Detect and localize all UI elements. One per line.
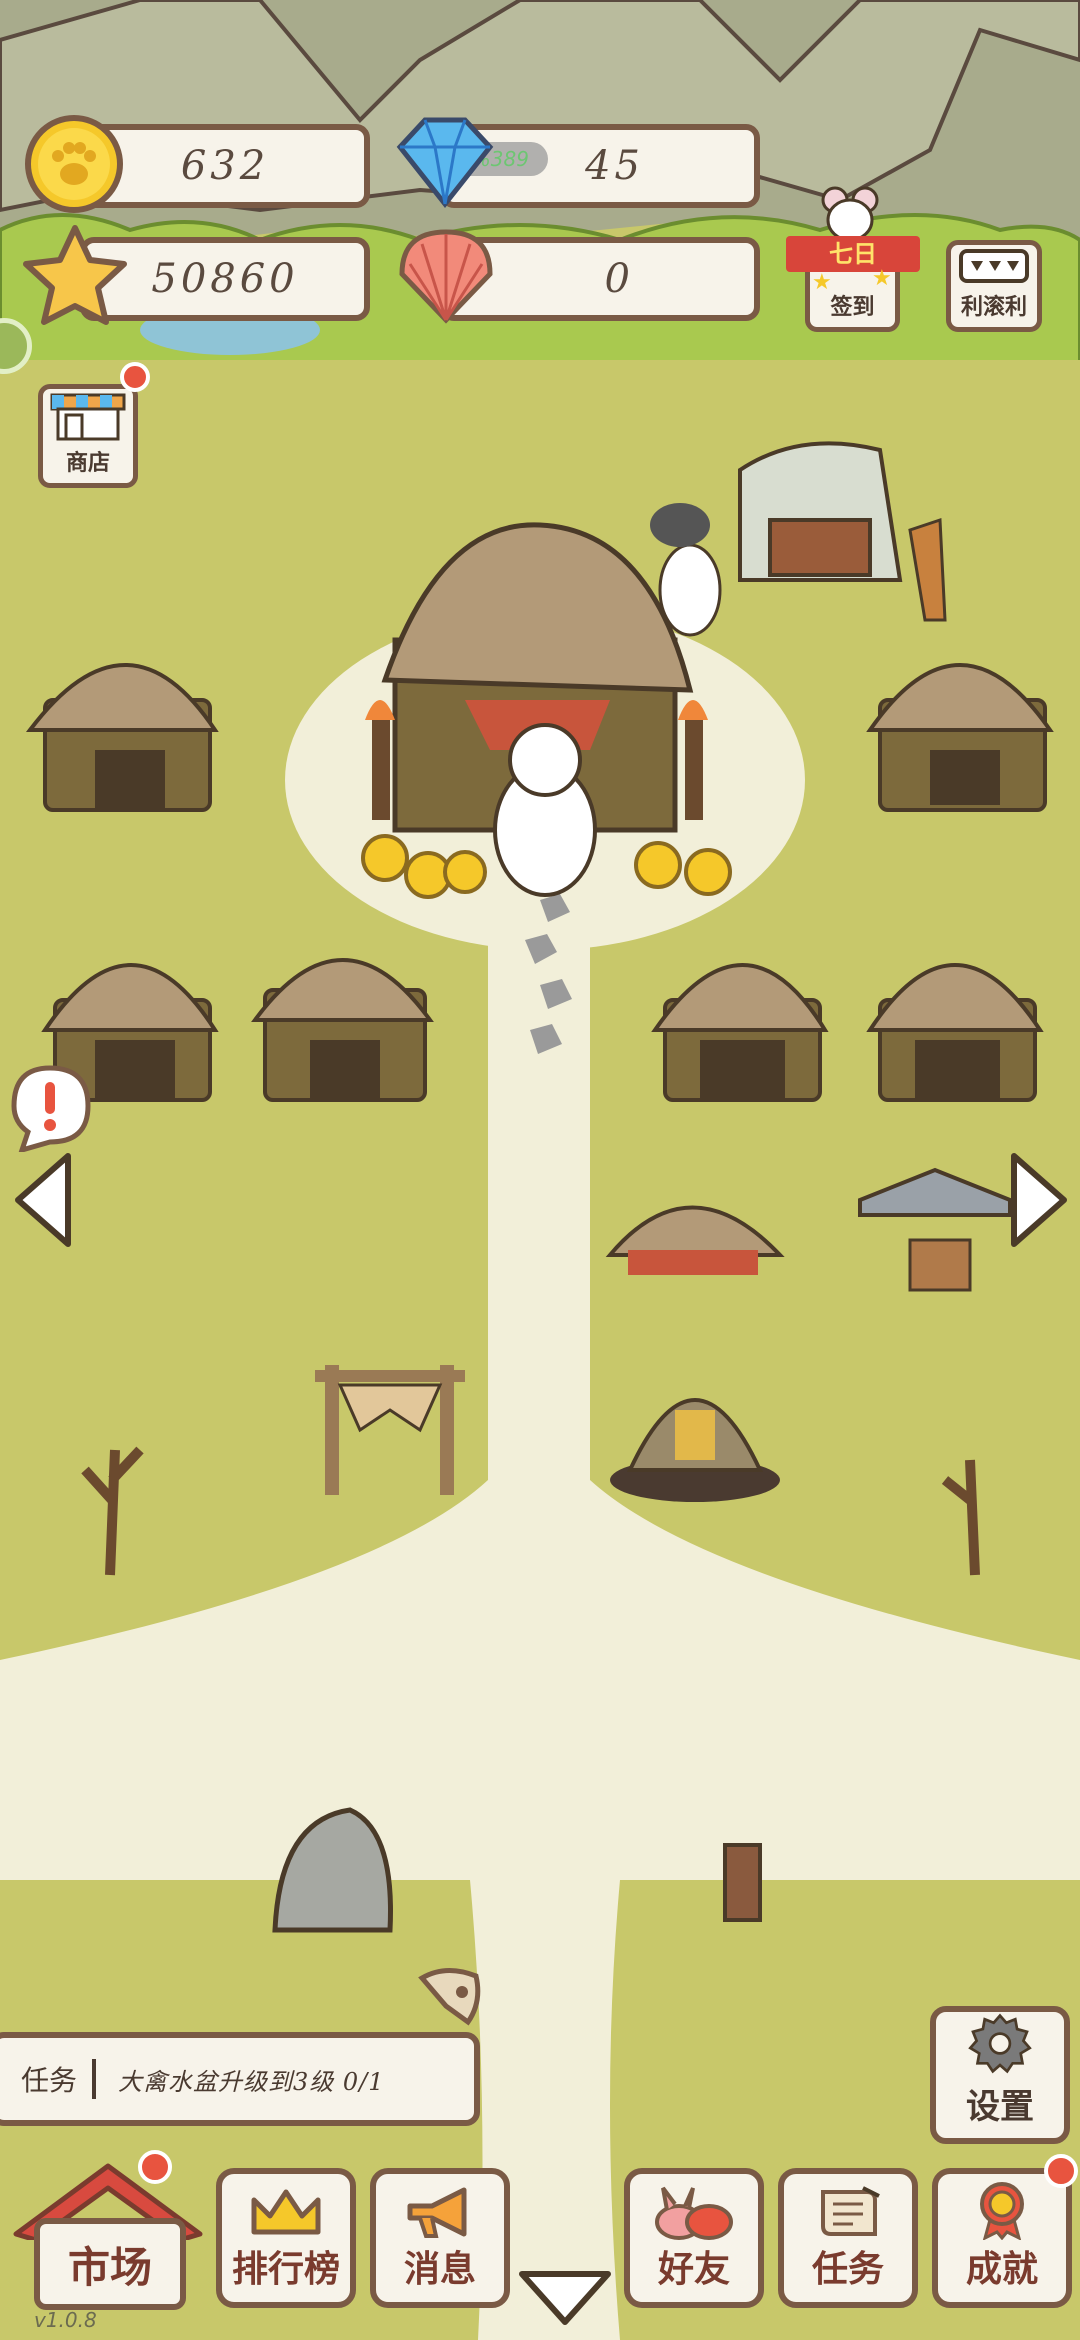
diamond-value: 45 — [585, 143, 644, 189]
shop-stall-icon — [50, 393, 126, 441]
ranking-button[interactable]: 排行榜 — [216, 2168, 356, 2308]
shop-label: 商店 — [65, 451, 110, 476]
crown-icon — [251, 2189, 321, 2235]
paw-coin-icon — [25, 115, 123, 213]
gear-icon — [968, 2013, 1032, 2074]
medal-icon — [980, 2182, 1024, 2240]
village-scene — [0, 0, 1080, 2340]
compound-interest-button[interactable]: 利滚利 — [946, 240, 1042, 332]
alert-bubble-icon[interactable] — [8, 1062, 92, 1152]
friends-label: 好友 — [657, 2249, 730, 2290]
diamond-icon — [396, 117, 494, 209]
shell-value: 0 — [604, 256, 634, 302]
scroll-left-arrow-icon[interactable] — [10, 1150, 76, 1250]
megaphone-icon — [407, 2187, 467, 2238]
task-text: 大禽水盆升级到3级 0/1 — [118, 2067, 385, 2096]
friends-button[interactable]: 好友 — [624, 2168, 764, 2308]
ranking-label: 排行榜 — [231, 2249, 340, 2290]
slot-machine-icon — [959, 249, 1029, 283]
market-notification-badge — [138, 2150, 172, 2184]
lottery-label: 利滚利 — [960, 295, 1027, 320]
scroll-right-arrow-icon[interactable] — [1006, 1150, 1072, 1250]
signin-star-icon: ★ — [872, 266, 892, 291]
messages-button[interactable]: 消息 — [370, 2168, 510, 2308]
bunny-friends-icon — [655, 2186, 733, 2240]
signin-label: 签到 — [830, 295, 875, 320]
task-scroll-corner-icon — [418, 1968, 481, 2026]
seashell-icon — [399, 229, 493, 324]
achievements-notification-badge — [1044, 2154, 1078, 2188]
version-text: v1.0.8 — [34, 2308, 97, 2332]
achievements-button[interactable]: 成就 — [932, 2168, 1072, 2308]
mouse-mascot-icon — [821, 186, 879, 242]
star-value: 50860 — [151, 256, 299, 302]
current-task-bar[interactable]: 任务 大禽水盆升级到3级 0/1 — [0, 2032, 480, 2126]
task-title: 任务 — [6, 2059, 96, 2099]
market-label: 市场 — [67, 2242, 152, 2292]
tasks-button[interactable]: 任务 — [778, 2168, 918, 2308]
tasks-label: 任务 — [811, 2249, 884, 2290]
collapse-menu-icon[interactable] — [516, 2268, 614, 2328]
messages-label: 消息 — [403, 2249, 476, 2290]
shop-notification-badge — [120, 362, 150, 392]
signin-ribbon: 七日 — [786, 236, 920, 272]
shop-button[interactable]: 商店 — [38, 384, 138, 488]
achievements-label: 成就 — [965, 2249, 1038, 2290]
market-button[interactable]: 市场 — [10, 2160, 206, 2312]
settings-button[interactable]: 设置 — [930, 2006, 1070, 2144]
coin-value: 632 — [180, 143, 270, 189]
star-icon — [23, 225, 127, 325]
settings-label: 设置 — [966, 2087, 1034, 2127]
scroll-quest-icon — [821, 2186, 880, 2236]
market-sign: 市场 — [34, 2218, 186, 2310]
signin-star-icon: ★ — [812, 270, 832, 295]
